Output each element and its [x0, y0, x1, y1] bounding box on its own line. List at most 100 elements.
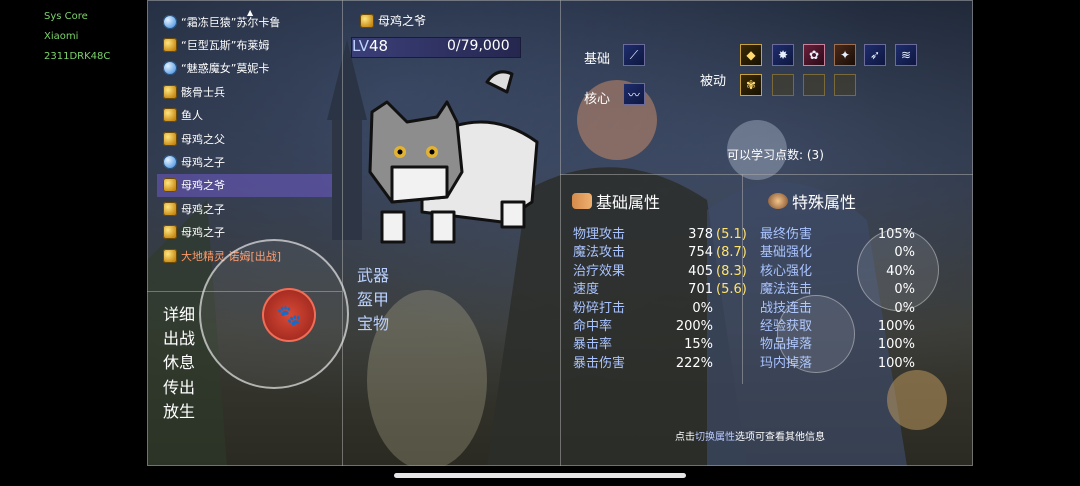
- roster-item[interactable]: 母鸡之子: [157, 221, 332, 244]
- claw-icon: ≋: [900, 48, 912, 62]
- level-prefix: LV: [352, 37, 369, 55]
- stat-value: 222%: [675, 355, 713, 371]
- stat-label: 基础强化: [760, 245, 813, 261]
- roster-item[interactable]: “魅惑魔女”莫妮卡: [157, 57, 332, 80]
- passive-slot-1[interactable]: ◆: [740, 44, 762, 66]
- wave-icon: 〰: [627, 87, 640, 102]
- stat-value: 100%: [877, 355, 915, 371]
- special-stats-title-text: 特殊属性: [792, 193, 857, 212]
- action-detail[interactable]: 详细: [163, 303, 195, 327]
- roster-item[interactable]: “霜冻巨猿”苏尔卡鲁: [157, 10, 332, 33]
- stat-row: 暴击率 15%: [573, 336, 713, 354]
- pet-roster[interactable]: ▲ “霜冻巨猿”苏尔卡鲁 “巨型瓦斯”布莱姆 “魅惑魔女”莫妮卡 骸骨士兵 鱼人 母鸡之父…: [157, 8, 332, 267]
- special-stats-title[interactable]: 特殊属性: [768, 189, 856, 213]
- passive-slot-6[interactable]: ≋: [895, 44, 917, 66]
- roster-item-label: 鱼人: [181, 109, 203, 123]
- basic-stats-title-text: 基础属性: [596, 193, 661, 212]
- paw-icon: ✾: [745, 78, 757, 92]
- stat-growth: (5.6): [716, 282, 747, 298]
- level-value: 48: [368, 37, 389, 55]
- roster-item-label: “魅惑魔女”莫妮卡: [181, 62, 270, 76]
- roster-item[interactable]: 鱼人: [157, 104, 332, 127]
- gold-paw-icon: [163, 201, 177, 216]
- stat-label: 治疗效果: [573, 263, 626, 279]
- gold-paw-icon: [360, 13, 374, 28]
- gold-paw-icon: [163, 84, 177, 99]
- passive-slot-2[interactable]: ✸: [772, 44, 794, 66]
- joystick-knob[interactable]: 🐾: [262, 288, 316, 342]
- switch-hint: 点击切换属性选项可查看其他信息: [675, 428, 825, 443]
- basic-stats-title[interactable]: 基础属性: [572, 189, 660, 213]
- skill-points: 可以学习点数: (3): [727, 146, 824, 163]
- blue-paw-icon: [163, 61, 177, 76]
- passive-slot-5[interactable]: ➶: [864, 44, 886, 66]
- blue-paw-icon: [163, 155, 177, 170]
- roster-item-label: “巨型瓦斯”布莱姆: [181, 39, 270, 53]
- gold-paw-icon: [163, 178, 177, 193]
- hint-prefix: 点击: [675, 432, 695, 443]
- action-transfer[interactable]: 传出: [163, 376, 195, 400]
- stat-value: 405: [688, 263, 713, 279]
- home-indicator[interactable]: [394, 473, 686, 478]
- roster-item[interactable]: “巨型瓦斯”布莱姆: [157, 33, 332, 56]
- core-skill-slot[interactable]: 〰: [623, 83, 645, 105]
- basic-skill-label: 基础: [584, 52, 611, 67]
- roster-item[interactable]: 母鸡之爷: [157, 173, 332, 198]
- blue-paw-icon: [163, 14, 177, 29]
- pet-face-icon: 🐾: [276, 303, 302, 327]
- gold-paw-icon: [163, 38, 177, 53]
- stat-row: 命中率 200%: [573, 318, 713, 336]
- action-deploy[interactable]: 出战: [163, 327, 195, 351]
- stat-growth: (8.3): [716, 263, 747, 279]
- equipment-tabs: 武器 盔甲 宝物: [357, 264, 389, 336]
- roster-item-label: “霜冻巨猿”苏尔卡鲁: [181, 15, 281, 29]
- roster-item-label: 母鸡之子: [181, 226, 225, 240]
- pet-name-text: 母鸡之爷: [378, 14, 427, 28]
- slash-icon: ⟋: [629, 47, 639, 62]
- stat-label: 命中率: [573, 319, 613, 334]
- crest-icon: ◆: [746, 48, 756, 62]
- stat-value: 0%: [692, 300, 713, 316]
- passive-slot-10[interactable]: [834, 74, 856, 96]
- status-brand: Xiaomi: [44, 31, 79, 42]
- passive-slot-7[interactable]: ✾: [740, 74, 762, 96]
- stat-value: 15%: [684, 337, 713, 353]
- stat-value: 200%: [675, 319, 713, 334]
- passive-slot-9[interactable]: [803, 74, 825, 96]
- skill-points-value: (3): [806, 148, 824, 162]
- roster-item[interactable]: 母鸡之子: [157, 150, 332, 173]
- stat-row: 暴击伤害 222%: [573, 355, 713, 373]
- passive-slot-8[interactable]: [772, 74, 794, 96]
- basic-skill-slot[interactable]: ⟋: [623, 44, 645, 66]
- hint-highlight[interactable]: 切换属性: [695, 432, 735, 443]
- stat-row: 物理攻击 378 (5.1): [573, 226, 747, 244]
- roster-item[interactable]: 母鸡之子: [157, 197, 332, 220]
- roster-item[interactable]: 骸骨士兵: [157, 80, 332, 103]
- tab-weapon[interactable]: 武器: [357, 264, 389, 288]
- stat-value: 701: [688, 282, 713, 298]
- tab-treasure[interactable]: 宝物: [357, 312, 389, 336]
- stat-label: 魔法攻击: [573, 245, 626, 261]
- action-menu: 详细 出战 休息 传出 放生: [163, 303, 195, 424]
- mask-icon: [768, 193, 788, 209]
- passive-slot-3[interactable]: ✿: [803, 44, 825, 66]
- roster-item-label: 母鸡之子: [181, 202, 225, 216]
- decor-orb-1: [857, 229, 939, 311]
- stat-growth: (5.1): [716, 227, 747, 242]
- stat-label: 暴击伤害: [573, 355, 626, 371]
- action-rest[interactable]: 休息: [163, 351, 195, 375]
- action-release[interactable]: 放生: [163, 400, 195, 424]
- stat-label: 粉碎打击: [573, 300, 626, 316]
- stat-label: 核心强化: [760, 263, 813, 279]
- burst-icon: ✸: [777, 48, 789, 62]
- stat-label: 速度: [573, 282, 600, 298]
- roster-item[interactable]: 母鸡之父: [157, 127, 332, 150]
- roster-item-label: 母鸡之爷: [181, 179, 225, 193]
- tab-armor[interactable]: 盔甲: [357, 288, 389, 312]
- gold-paw-icon: [163, 248, 177, 263]
- stat-row: 治疗效果 405 (8.3): [573, 263, 747, 281]
- roster-item-label: 母鸡之子: [181, 156, 225, 170]
- gold-paw-icon: [163, 225, 177, 240]
- passive-slot-4[interactable]: ✦: [834, 44, 856, 66]
- stat-label: 魔法连击: [760, 282, 813, 298]
